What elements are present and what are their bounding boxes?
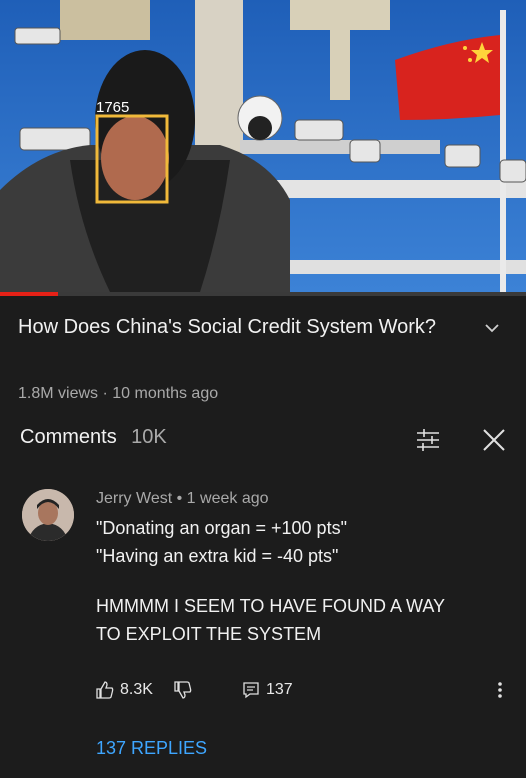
more-vert-icon[interactable] <box>492 678 508 702</box>
comments-label: Comments <box>20 426 117 448</box>
view-replies-link[interactable]: 137 REPLIES <box>96 738 207 759</box>
comment-line-3: HMMMM I SEEM TO HAVE FOUND A WAY <box>96 596 446 616</box>
dislike-button[interactable] <box>174 678 192 702</box>
video-thumbnail[interactable]: 1765 <box>0 0 526 292</box>
comment-author-line: Jerry West • 1 week ago <box>96 488 506 510</box>
meta-separator: · <box>102 385 108 402</box>
reply-button[interactable]: 137 <box>242 678 293 702</box>
chevron-down-icon[interactable] <box>482 318 502 338</box>
avatar-image <box>22 489 74 541</box>
comment: Jerry West • 1 week ago "Donating an org… <box>96 488 506 648</box>
thumbs-up-icon <box>96 681 114 699</box>
comment-author[interactable]: Jerry West <box>96 490 172 507</box>
video-progress-bar[interactable] <box>0 292 526 296</box>
face-tag-number: 1765 <box>96 99 129 116</box>
video-title-row[interactable]: How Does China's Social Credit System Wo… <box>18 312 508 343</box>
comment-actions: 8.3K 137 <box>96 678 516 704</box>
reply-count: 137 <box>266 681 293 698</box>
comments-header: Comments 10K <box>20 426 510 456</box>
comment-line-4: TO EXPLOIT THE SYSTEM <box>96 624 322 644</box>
thumbs-down-icon <box>174 681 192 699</box>
comment-time: 1 week ago <box>186 490 269 507</box>
video-progress-fill <box>0 292 58 296</box>
like-button[interactable]: 8.3K <box>96 678 153 702</box>
video-meta: 1.8M views · 10 months ago <box>18 385 218 403</box>
reply-icon <box>243 682 259 699</box>
comment-line-2: "Having an extra kid = -40 pts" <box>96 546 339 566</box>
like-count: 8.3K <box>120 681 153 698</box>
view-count: 1.8M views <box>18 385 99 402</box>
author-separator: • <box>176 490 183 507</box>
comments-count: 10K <box>131 426 167 448</box>
upload-age: 10 months ago <box>112 385 219 402</box>
comment-line-1: "Donating an organ = +100 pts" <box>96 518 347 538</box>
close-icon[interactable] <box>482 428 506 452</box>
avatar[interactable] <box>22 489 74 541</box>
sort-icon[interactable] <box>415 428 441 452</box>
thumbnail-image: 1765 <box>0 0 526 292</box>
video-title: How Does China's Social Credit System Wo… <box>18 316 437 338</box>
